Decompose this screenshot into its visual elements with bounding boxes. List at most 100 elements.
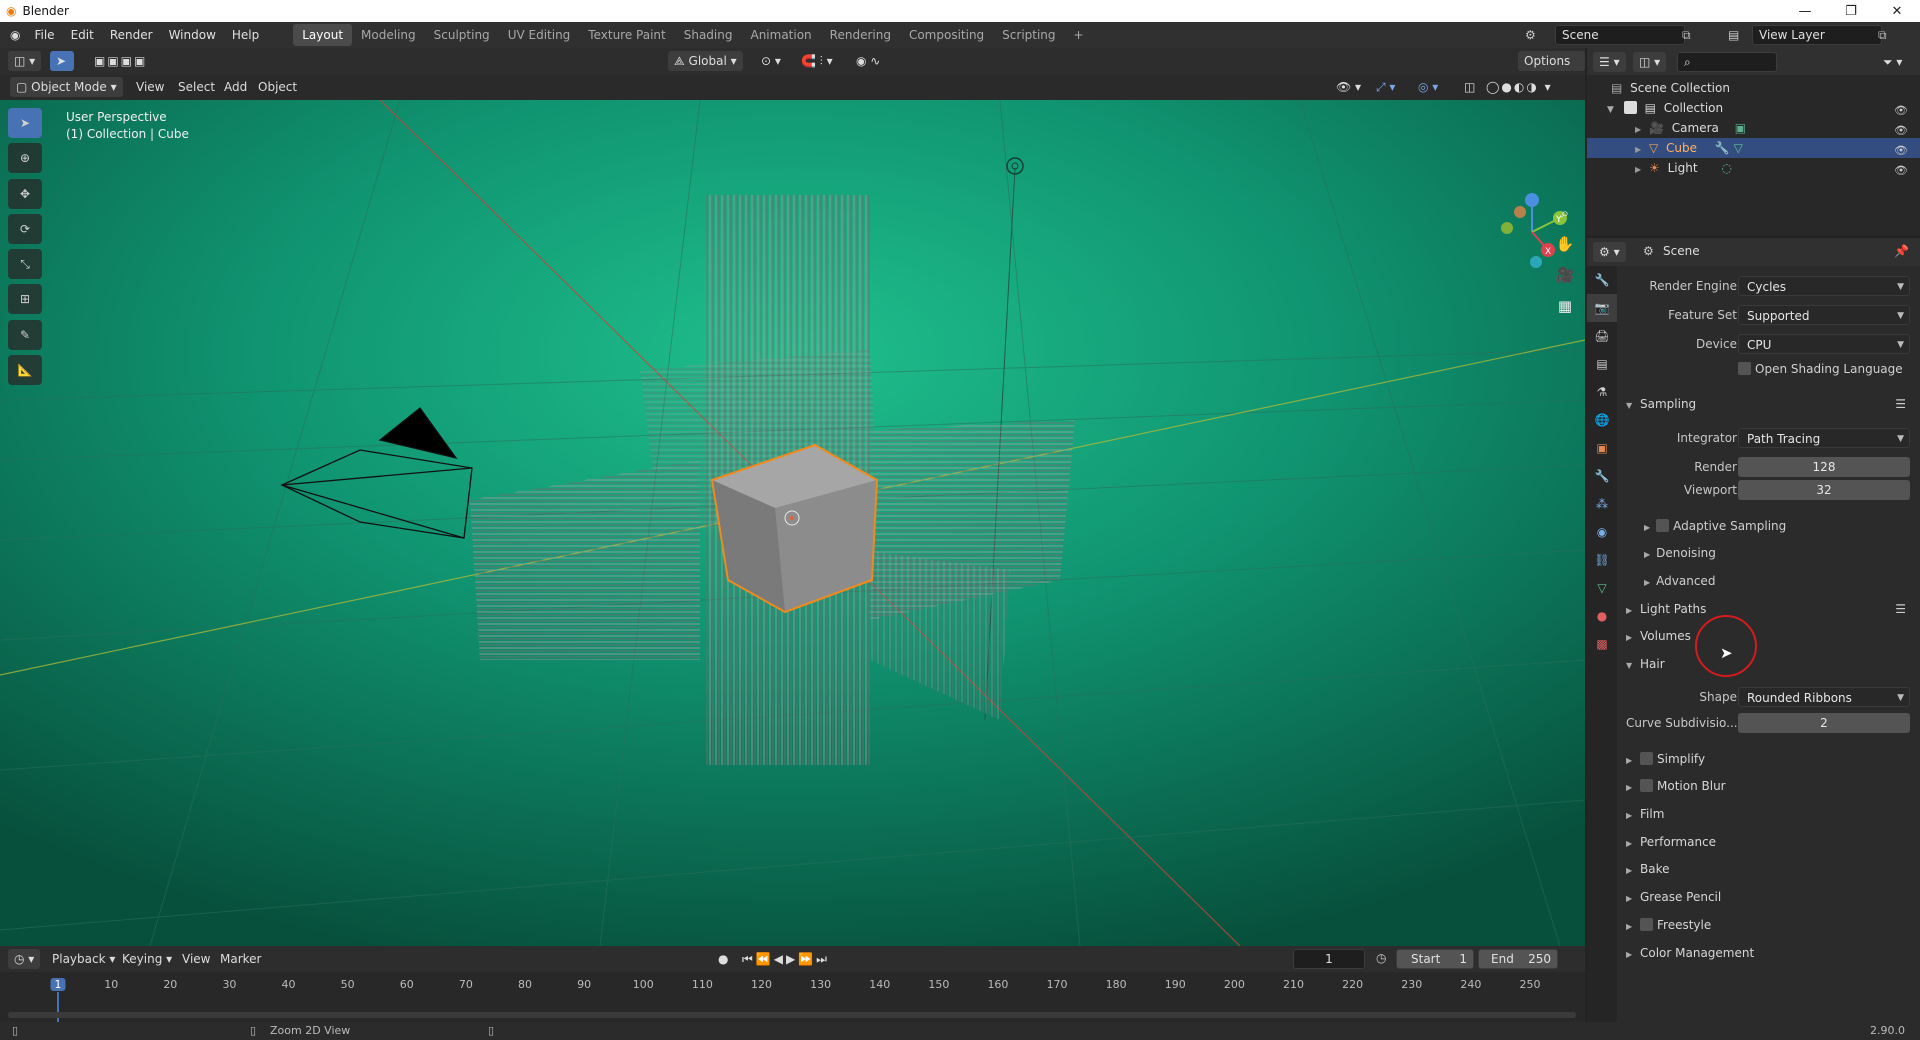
viewport-samples-field[interactable]: 32 bbox=[1738, 480, 1910, 500]
particles-tab-icon[interactable]: ⁂ bbox=[1587, 490, 1617, 518]
tab-texture-paint[interactable]: Texture Paint bbox=[579, 24, 674, 46]
hair-shape-dropdown[interactable]: Rounded Ribbons ▼ bbox=[1738, 687, 1910, 707]
tab-scripting[interactable]: Scripting bbox=[993, 24, 1064, 46]
xray-icon[interactable]: ◫ bbox=[1458, 77, 1481, 97]
tab-modeling[interactable]: Modeling bbox=[352, 24, 425, 46]
menu-file[interactable]: File bbox=[26, 24, 62, 46]
motion-blur-checkbox[interactable] bbox=[1640, 779, 1653, 792]
integrator-dropdown[interactable]: Path Tracing ▼ bbox=[1738, 428, 1910, 448]
scale-icon[interactable]: ⤡ bbox=[8, 249, 42, 279]
menu-edit[interactable]: Edit bbox=[63, 24, 102, 46]
keying-menu[interactable]: Keying ▾ bbox=[116, 949, 178, 969]
clock-icon[interactable]: ◷ bbox=[1376, 951, 1386, 965]
scene-field[interactable]: Scene bbox=[1555, 25, 1685, 45]
menu-object[interactable]: Object bbox=[252, 77, 303, 97]
tab-uv-editing[interactable]: UV Editing bbox=[499, 24, 580, 46]
transform-icon[interactable]: ⊞ bbox=[8, 284, 42, 314]
expand-icon[interactable]: ▼ bbox=[1607, 105, 1614, 115]
tool-tab-icon[interactable]: 🔧 bbox=[1587, 266, 1617, 294]
menu-window[interactable]: Window bbox=[161, 24, 224, 46]
material-tab-icon[interactable]: ● bbox=[1587, 602, 1617, 630]
current-frame-field[interactable]: 1 bbox=[1293, 949, 1365, 969]
menu-select[interactable]: Select bbox=[172, 77, 221, 97]
outliner-row-scene-collection[interactable]: ▤ Scene Collection bbox=[1587, 78, 1920, 98]
outliner-search-input[interactable]: ⌕ bbox=[1677, 52, 1777, 72]
presets-list-icon[interactable]: ☰ bbox=[1895, 392, 1906, 416]
playback-controls-icons[interactable]: ⏮⏪◀▶⏩⏭ bbox=[736, 949, 836, 969]
view-layer-tab-icon[interactable]: ▤ bbox=[1587, 350, 1617, 378]
outliner-row-collection[interactable]: ▼ ▤ Collection 👁 bbox=[1587, 98, 1920, 118]
tab-compositing[interactable]: Compositing bbox=[900, 24, 993, 46]
proportional-edit-icon[interactable]: ◉ ∿ bbox=[850, 51, 886, 71]
properties-editor-icon[interactable]: ⚙ ▾ bbox=[1593, 242, 1626, 262]
3d-viewport[interactable]: Y X User Perspective (1) Collection | Cu… bbox=[0, 100, 1585, 946]
presets-list-icon[interactable]: ☰ bbox=[1895, 597, 1906, 621]
scene-tab-icon[interactable]: ⚗ bbox=[1587, 378, 1617, 406]
world-tab-icon[interactable]: 🌐 bbox=[1587, 406, 1617, 434]
menu-view[interactable]: View bbox=[130, 77, 170, 97]
adaptive-sampling-subpanel[interactable]: ▶ Adaptive Sampling bbox=[1640, 515, 1915, 537]
volumes-panel-header[interactable]: ▶ Volumes bbox=[1620, 624, 1915, 648]
bake-panel-header[interactable]: ▶ Bake bbox=[1620, 857, 1915, 881]
freestyle-checkbox[interactable] bbox=[1640, 918, 1653, 931]
camera-view-icon[interactable]: 🎥 bbox=[1550, 260, 1580, 291]
pan-hand-icon[interactable]: ✋ bbox=[1550, 229, 1580, 260]
eye-icon[interactable]: 👁 bbox=[1894, 161, 1908, 181]
menu-help[interactable]: Help bbox=[224, 24, 267, 46]
outliner-row-cube[interactable]: ▶ ▽ Cube 🔧 ▽ 👁 bbox=[1587, 138, 1920, 158]
freestyle-panel-header[interactable]: ▶ Freestyle bbox=[1620, 913, 1915, 937]
collection-checkbox[interactable] bbox=[1623, 101, 1637, 114]
outliner-editor-icon[interactable]: ☰ ▾ bbox=[1593, 52, 1626, 72]
color-management-panel-header[interactable]: ▶ Color Management bbox=[1620, 941, 1915, 965]
pin-icon[interactable]: 📌 bbox=[1894, 244, 1909, 258]
simplify-checkbox[interactable] bbox=[1640, 752, 1653, 765]
view-layer-icon[interactable]: ▤ bbox=[1728, 28, 1739, 42]
shading-mode-icons[interactable]: ◯●◐◑ ▾ bbox=[1480, 77, 1559, 97]
timeline-scrollbar[interactable] bbox=[8, 1012, 1576, 1018]
outliner-row-light[interactable]: ▶ ☀ Light ◌ 👁 bbox=[1587, 158, 1920, 178]
view-layer-field[interactable]: View Layer bbox=[1752, 25, 1882, 45]
move-icon[interactable]: ✥ bbox=[8, 179, 42, 209]
simplify-panel-header[interactable]: ▶ Simplify bbox=[1620, 747, 1915, 771]
scene-type-icon[interactable]: ⚙ bbox=[1525, 28, 1536, 42]
sampling-panel-header[interactable]: ▼ Sampling ☰ bbox=[1620, 392, 1915, 416]
tab-animation[interactable]: Animation bbox=[741, 24, 820, 46]
filter-icon[interactable]: ⏷ ▾ bbox=[1877, 52, 1908, 72]
selection-mode-icons[interactable]: ▣▣▣▣ bbox=[88, 51, 153, 71]
object-tab-icon[interactable]: ▣ bbox=[1587, 434, 1617, 462]
modifier-tab-icon[interactable]: 🔧 bbox=[1587, 462, 1617, 490]
curve-subdivisions-field[interactable]: 2 bbox=[1738, 713, 1910, 733]
advanced-subpanel[interactable]: ▶ Advanced bbox=[1640, 570, 1915, 592]
tab-rendering[interactable]: Rendering bbox=[821, 24, 900, 46]
render-samples-field[interactable]: 128 bbox=[1738, 457, 1910, 477]
expand-icon[interactable]: ▶ bbox=[1635, 145, 1641, 154]
restore-button[interactable]: ❐ bbox=[1828, 0, 1874, 22]
menu-add[interactable]: Add bbox=[218, 77, 253, 97]
menu-marker[interactable]: Marker bbox=[214, 949, 267, 969]
display-mode-icon[interactable]: ◫ ▾ bbox=[1633, 52, 1667, 72]
render-engine-dropdown[interactable]: Cycles ▼ bbox=[1738, 276, 1910, 296]
visibility-icon[interactable]: 👁 ▾ bbox=[1330, 77, 1367, 97]
tab-sculpting[interactable]: Sculpting bbox=[425, 24, 499, 46]
motion-blur-panel-header[interactable]: ▶ Motion Blur bbox=[1620, 774, 1915, 798]
texture-tab-icon[interactable]: ▩ bbox=[1587, 630, 1617, 658]
measure-icon[interactable]: 📐 bbox=[8, 355, 42, 385]
constraints-tab-icon[interactable]: ⛓ bbox=[1587, 546, 1617, 574]
cursor-icon[interactable]: ⊕ bbox=[8, 143, 42, 173]
rotate-icon[interactable]: ⟳ bbox=[8, 214, 42, 244]
film-panel-header[interactable]: ▶ Film bbox=[1620, 802, 1915, 826]
device-dropdown[interactable]: CPU ▼ bbox=[1738, 334, 1910, 354]
feature-set-dropdown[interactable]: Supported ▼ bbox=[1738, 305, 1910, 325]
new-scene-icon[interactable]: ⧉ bbox=[1682, 28, 1691, 43]
gizmo-icon[interactable]: ⤢ ▾ bbox=[1370, 77, 1401, 97]
tab-shading[interactable]: Shading bbox=[675, 24, 742, 46]
mode-dropdown[interactable]: ▢ Object Mode ▾ bbox=[10, 77, 123, 97]
tab-layout[interactable]: Layout bbox=[293, 24, 353, 46]
denoising-subpanel[interactable]: ▶ Denoising bbox=[1640, 542, 1915, 564]
record-icon[interactable]: ● bbox=[712, 949, 734, 969]
outliner-row-camera[interactable]: ▶ 🎥 Camera ▣ 👁 bbox=[1587, 118, 1920, 138]
timeline-body[interactable]: 1 10 20 30 40 50 60 70 80 90 100 110 120 130 140 150 160… bbox=[0, 972, 1585, 1022]
snap-icon[interactable]: 🧲 ⫶ ▾ bbox=[795, 51, 839, 71]
end-frame-field[interactable]: End 250 bbox=[1478, 949, 1558, 969]
select-tool-icon[interactable]: ➤ bbox=[50, 51, 74, 71]
